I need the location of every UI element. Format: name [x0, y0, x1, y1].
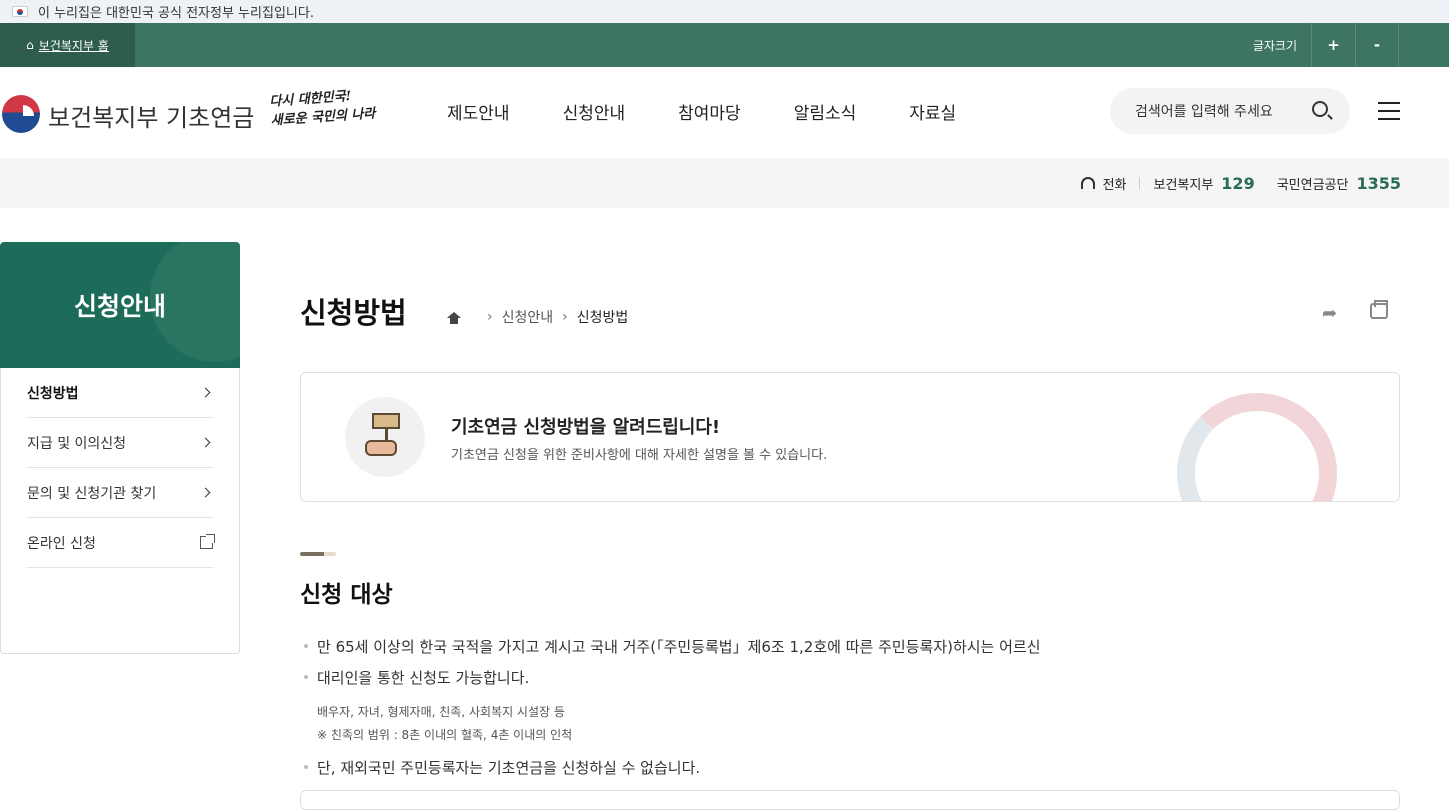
search-placeholder: 검색어를 입력해 주세요: [1135, 104, 1273, 120]
contact-bar: 전화 보건복지부 129 국민연금공단 1355: [0, 158, 1449, 208]
intro-description: 기초연금 신청을 위한 준비사항에 대해 자세한 설명을 볼 수 있습니다.: [451, 448, 828, 463]
print-icon[interactable]: [1370, 300, 1388, 319]
chevron-right-icon: [200, 437, 211, 448]
korea-flag-icon: [12, 6, 28, 17]
page-title: 신청방법: [300, 296, 407, 330]
sidebar-item-online-apply[interactable]: 온라인 신청: [27, 518, 215, 568]
decorative-emblem: [1177, 393, 1337, 501]
breadcrumb-separator: ›: [487, 309, 493, 325]
sidebar-title: 신청안내: [0, 242, 240, 368]
site-header: 보건복지부 기초연금 다시 대한민국! 새로운 국민의 나라 제도안내 신청안내…: [0, 67, 1449, 158]
breadcrumb-item[interactable]: 신청안내: [502, 307, 554, 327]
font-increase-button[interactable]: +: [1311, 23, 1355, 67]
taegeuk-logo-icon[interactable]: [2, 95, 40, 133]
sidebar-item-apply-method[interactable]: 신청방법: [27, 368, 213, 418]
signpost-icon: [345, 397, 425, 477]
breadcrumb: › 신청안내 › 신청방법: [447, 307, 629, 327]
nav-item-resources[interactable]: 자료실: [909, 99, 956, 124]
contact-number-2: 1355: [1356, 173, 1401, 193]
sub-note: ※ 친족의 범위 : 8촌 이내의 혈족, 4촌 이내의 인척: [317, 728, 573, 742]
eligibility-bullet: 만 65세 이상의 한국 국적을 가지고 계시고 국내 거주(「주민등록법」제6…: [304, 636, 1041, 657]
sidebar-item-find-agency[interactable]: 문의 및 신청기관 찾기: [27, 468, 213, 518]
breadcrumb-separator: ›: [562, 309, 568, 325]
sidebar-item-label: 지급 및 이의신청: [27, 435, 127, 452]
search-icon[interactable]: [1312, 101, 1328, 117]
phone-label: 전화: [1102, 177, 1127, 193]
nav-item-participation[interactable]: 참여마당: [678, 99, 741, 124]
share-icon[interactable]: ➦: [1322, 303, 1337, 324]
slogan: 다시 대한민국! 새로운 국민의 나라: [269, 85, 376, 130]
contact-org-1: 보건복지부: [1153, 177, 1214, 193]
home-icon: ⌂: [26, 38, 34, 52]
headset-icon: [1080, 177, 1095, 189]
contact-number-1: 129: [1221, 173, 1255, 193]
external-link-icon: [200, 534, 215, 549]
sidebar-item-label: 문의 및 신청기관 찾기: [27, 485, 157, 502]
gov-banner-text: 이 누리집은 대한민국 공식 전자정부 누리집입니다.: [38, 6, 314, 21]
bullet-text: 단, 재외국민 주민등록자는 기초연금을 신청하실 수 없습니다.: [317, 759, 701, 777]
section-accent-bar: [300, 552, 336, 556]
sidebar-item-label: 신청방법: [27, 385, 79, 402]
section-title: 신청 대상: [300, 582, 393, 608]
intro-box: 기초연금 신청방법을 알려드립니다! 기초연금 신청을 위한 준비사항에 대해 …: [300, 372, 1400, 502]
sidebar-menu: 신청방법 지급 및 이의신청 문의 및 신청기관 찾기 온라인 신청: [0, 368, 240, 654]
ministry-home-link[interactable]: ⌂ 보건복지부 홈: [0, 23, 135, 67]
hamburger-menu-icon[interactable]: [1378, 102, 1400, 120]
font-decrease-button[interactable]: -: [1355, 23, 1399, 67]
chevron-right-icon: [200, 487, 211, 498]
intro-title: 기초연금 신청방법을 알려드립니다!: [451, 417, 721, 438]
home-icon[interactable]: [447, 311, 461, 324]
sub-note: 배우자, 자녀, 형제자매, 친족, 사회복지 시설장 등: [317, 705, 565, 719]
bullet-text: 대리인을 통한 신청도 가능합니다.: [317, 669, 530, 687]
bullet-text: 만 65세 이상의 한국 국적을 가지고 계시고 국내 거주(「주민등록법」제6…: [317, 638, 1041, 656]
font-size-label: 글자크기: [1252, 38, 1297, 53]
sidebar-item-payment-appeal[interactable]: 지급 및 이의신청: [27, 418, 213, 468]
contact-org-2: 국민연금공단: [1276, 177, 1349, 193]
site-logo-text[interactable]: 보건복지부 기초연금: [48, 98, 254, 133]
main-nav: 제도안내 신청안내 참여마당 알림소식 자료실: [447, 99, 956, 124]
search-input[interactable]: 검색어를 입력해 주세요: [1110, 88, 1350, 134]
nav-item-news[interactable]: 알림소식: [794, 99, 857, 124]
breadcrumb-current: 신청방법: [576, 310, 629, 326]
font-size-control: 글자크기 + -: [1239, 23, 1399, 67]
eligibility-bullet: 대리인을 통한 신청도 가능합니다.: [304, 667, 529, 688]
divider: [1139, 177, 1141, 189]
eligibility-bullet: 단, 재외국민 주민등록자는 기초연금을 신청하실 수 없습니다.: [304, 757, 700, 778]
next-content-box: [300, 790, 1400, 810]
nav-item-apply[interactable]: 신청안내: [563, 99, 626, 124]
nav-item-system[interactable]: 제도안내: [447, 99, 510, 124]
top-utility-bar: ⌂ 보건복지부 홈 글자크기 + -: [0, 23, 1449, 67]
gov-banner: 이 누리집은 대한민국 공식 전자정부 누리집입니다.: [0, 0, 1449, 23]
ministry-home-label: 보건복지부 홈: [38, 38, 109, 53]
sidebar-item-label: 온라인 신청: [27, 535, 96, 552]
chevron-right-icon: [200, 387, 211, 398]
